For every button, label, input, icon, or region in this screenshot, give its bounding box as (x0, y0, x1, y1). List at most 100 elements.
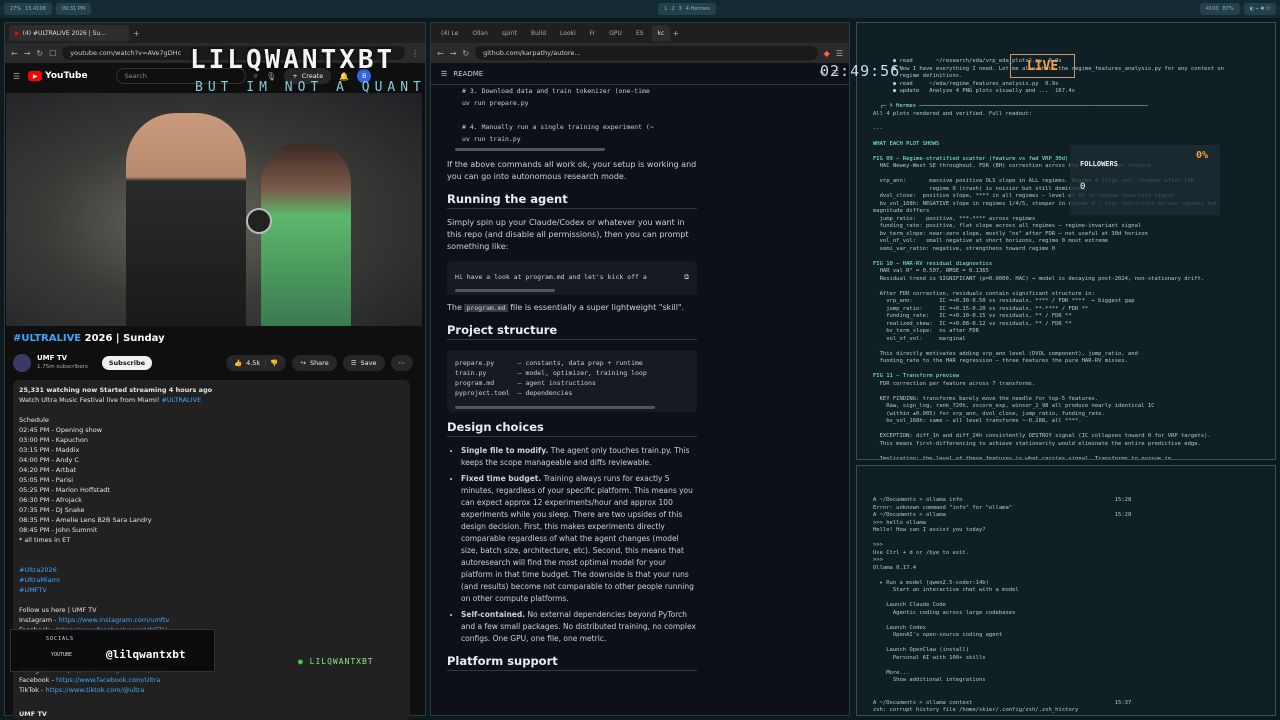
tab[interactable]: GPU (603, 25, 628, 41)
tab[interactable]: (4) Le (435, 25, 464, 41)
scrollbar-h[interactable] (455, 289, 555, 292)
youtube-logo[interactable]: ▶ YouTube (28, 71, 88, 81)
heading-project-structure: Project structure (447, 324, 697, 340)
scrollbar-h[interactable] (455, 406, 655, 409)
back-icon[interactable]: ← (437, 49, 444, 58)
schedule-item: 08:45 PM - John Summit (19, 526, 98, 534)
terminal-ollama[interactable]: A ~/Documents > ollama info 15:28 Error: … (856, 465, 1276, 716)
terminal-hermes[interactable]: ● read ~/research/eda/vrp_eda_plots2.py … (856, 22, 1276, 460)
workspace-switcher[interactable]: 1 2 3 4 Hermes (658, 3, 716, 15)
tab[interactable]: Ollan (466, 25, 494, 41)
hashtag-link[interactable]: #UltraMiami (19, 575, 404, 585)
terminal-line: >>> (873, 542, 883, 548)
share-button[interactable]: ↪ Share (292, 355, 337, 371)
new-tab-icon[interactable]: + (133, 29, 140, 38)
workspace-4[interactable]: 4 Hermes (686, 6, 710, 12)
more-actions-button[interactable]: ⋯ (390, 355, 413, 371)
terminal-line: bv_term_slope: near-zero slope, mostly "… (873, 230, 1148, 237)
terminal-line: Use Ctrl + d or /bye to exit. (873, 549, 970, 556)
share-icon: ↪ (300, 359, 306, 367)
video-player[interactable] (6, 93, 422, 326)
tab[interactable]: Fr (584, 25, 601, 41)
stream-clock: 02:49:56 (820, 62, 901, 80)
tab-strip: (4) Le Ollan spirit Build Looki Fr GPU E… (431, 23, 849, 43)
terminal-line: Launch Codex (873, 624, 926, 631)
terminal-line: Personal AI with 100+ skills (873, 654, 986, 661)
socials-title: SOCIALS (46, 636, 75, 642)
forward-icon[interactable]: → (450, 49, 457, 58)
copy-icon[interactable]: ⧉ (684, 271, 689, 283)
menu-icon[interactable]: ☰ (13, 72, 20, 81)
schedule-item: 03:00 PM - Kapuchon (19, 436, 88, 444)
brave-shield-icon[interactable]: ◆ (824, 49, 830, 58)
terminal-line: Implication: the level of these features… (873, 455, 1172, 460)
like-button[interactable]: 👍 4.5k | 👎 (225, 355, 287, 371)
terminal-line: ● read ~/eda/regime_features_analysis.py… (873, 80, 1059, 87)
address-field[interactable]: github.com/karpathy/autore... (475, 46, 818, 60)
description-intro: Watch Ultra Music Festival live from Mia… (19, 396, 202, 404)
hashtag-link[interactable]: #UMFTV (19, 585, 404, 595)
terminal-line: semi_var_ratio: negative, strengthens to… (873, 245, 1056, 252)
terminal-line: vol_of_vol: small negative at short hori… (873, 238, 1109, 244)
workspace-3[interactable]: 3 (679, 6, 682, 12)
social-link[interactable]: https://www.tiktok.com/@ultra (45, 686, 144, 694)
schedule-list: 02:45 PM - Opening show 03:00 PM - Kapuc… (19, 425, 404, 535)
terminal-output: ● read ~/research/eda/vrp_eda_plots2.py … (873, 58, 1261, 460)
terminal-line: funding_rate to the HAR regression — thr… (873, 358, 1128, 364)
follow-heading: Follow us here | UMF TV (19, 606, 97, 614)
terminal-line: All 4 plots rendered and verified. Full … (873, 110, 1032, 117)
tray-pill[interactable]: 4100 87% (1199, 3, 1240, 15)
hashtag-link[interactable]: #Ultra2026 (19, 565, 404, 575)
reload-icon[interactable]: ↻ (36, 49, 43, 58)
clock-pill[interactable]: 09:31 PM (55, 3, 92, 15)
channel-name[interactable]: UMF TV (37, 354, 88, 363)
terminal-line: A ~/Documents > ollama context 15:37 (873, 699, 1132, 706)
system-stats-pill[interactable]: 27% 15.4108 (4, 3, 52, 15)
reload-icon[interactable]: ↻ (462, 49, 469, 58)
social-link[interactable]: https://www.instagram.com/umftv (59, 616, 170, 624)
tray-icons[interactable]: ◐ ⌁ ✱ ⏻ (1243, 3, 1276, 15)
forward-icon[interactable]: → (24, 49, 31, 58)
play-logo-icon: ▶ (28, 71, 43, 81)
channel-avatar[interactable] (13, 354, 31, 372)
next-channel[interactable]: UMF TV (19, 709, 404, 719)
schedule-item: 04:00 PM - Andy C (19, 456, 79, 464)
list-icon: ☰ (441, 69, 448, 78)
terminal-line: This means first-differencing to achieve… (873, 440, 1201, 447)
scrollbar-h[interactable] (455, 148, 605, 151)
tab[interactable]: ES (630, 25, 650, 41)
tab-github-active[interactable]: kc (651, 25, 671, 41)
new-tab-icon[interactable]: + (672, 29, 679, 38)
social-link[interactable]: https://www.facebook.com/Ultra (56, 676, 160, 684)
video-title: #ULTRALIVE 2026 | Sunday (13, 333, 165, 344)
followers-percent: 0% (1195, 150, 1208, 161)
stream-socials-overlay: SOCIALS YOUTUBE @lilqwantxbt (10, 629, 215, 672)
live-handle-overlay: ● LILQWANTXBT (298, 657, 374, 666)
youtube-label: YOUTUBE (51, 652, 73, 658)
tab[interactable]: spirit (496, 25, 523, 41)
tab-youtube[interactable]: ▶ (4) #ULTRALIVE 2026 | Su... (9, 25, 129, 41)
terminal-line: --- (873, 125, 883, 132)
save-button[interactable]: ☰ Save (342, 355, 385, 371)
extensions-icon[interactable]: ⋮ (411, 49, 419, 58)
tab[interactable]: Looki (554, 25, 582, 41)
workspace-2[interactable]: 2 (671, 6, 674, 12)
back-icon[interactable]: ← (11, 49, 18, 58)
schedule-item: 06:30 PM - Afrojack (19, 496, 82, 504)
subscribe-button[interactable]: Subscribe (101, 356, 153, 370)
terminal-line: Launch Claude Code (873, 602, 946, 608)
social-link-row: Facebook - https://www.facebook.com/Ultr… (19, 676, 161, 684)
menu-icon[interactable]: ☰ (836, 49, 843, 58)
tab[interactable]: Build (525, 25, 552, 41)
social-link-row: Instagram - https://www.instagram.com/um… (19, 616, 170, 624)
bookmark-icon[interactable]: ☐ (49, 49, 56, 58)
thumbs-down-icon[interactable]: 👎 (270, 359, 278, 367)
workspace-1[interactable]: 1 (664, 6, 667, 12)
hashtag-link[interactable]: #ULTRALIVE (161, 396, 201, 404)
followers-count: 0 (1080, 182, 1086, 192)
